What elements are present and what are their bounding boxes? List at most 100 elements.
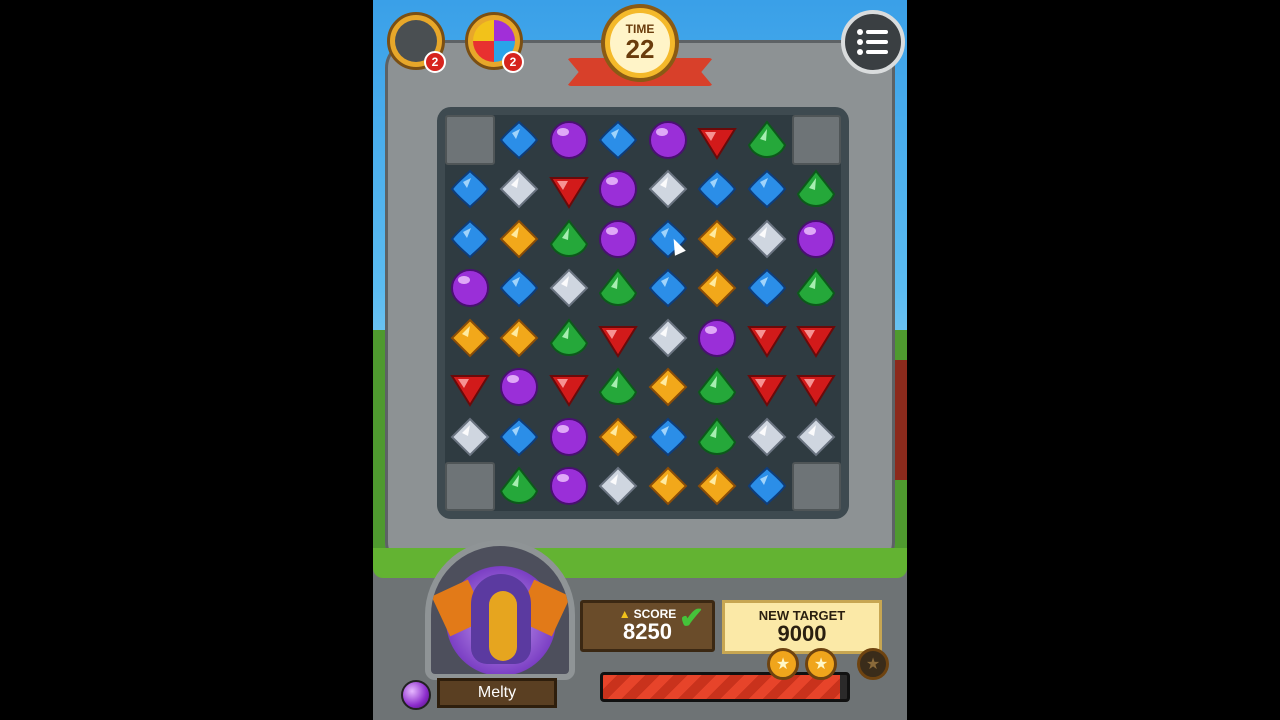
- white-gem[interactable]: [495, 165, 545, 215]
- white-gem[interactable]: [594, 462, 644, 512]
- score-box: ▲ SCORE 8250 ✔: [580, 600, 715, 652]
- red-gem[interactable]: [594, 313, 644, 363]
- blue-gem[interactable]: [495, 412, 545, 462]
- green-gem-icon: [597, 267, 639, 309]
- blue-gem[interactable]: [742, 264, 792, 314]
- red-gem[interactable]: [445, 363, 495, 413]
- purple-gem[interactable]: [643, 115, 693, 165]
- white-gem[interactable]: [792, 412, 842, 462]
- blue-gem[interactable]: [643, 214, 693, 264]
- blue-gem[interactable]: [693, 165, 743, 215]
- red-gem-icon: [795, 366, 837, 408]
- white-gem-icon: [795, 416, 837, 458]
- red-gem-icon: [548, 366, 590, 408]
- gem-board[interactable]: [445, 115, 841, 511]
- dragon-portrait[interactable]: [425, 540, 575, 680]
- blue-gem[interactable]: [445, 165, 495, 215]
- white-gem[interactable]: [445, 412, 495, 462]
- yellow-gem[interactable]: [643, 363, 693, 413]
- white-gem[interactable]: [643, 165, 693, 215]
- stone-block: [791, 115, 841, 165]
- purple-gem[interactable]: [544, 412, 594, 462]
- blue-gem[interactable]: [643, 264, 693, 314]
- purple-gem[interactable]: [544, 462, 594, 512]
- star-milestone-2: ★: [805, 648, 837, 680]
- green-gem[interactable]: [693, 363, 743, 413]
- yellow-gem-icon: [647, 465, 689, 507]
- red-gem[interactable]: [792, 313, 842, 363]
- white-gem[interactable]: [742, 214, 792, 264]
- green-gem[interactable]: [594, 363, 644, 413]
- blue-gem[interactable]: [742, 462, 792, 512]
- target-value: 9000: [777, 621, 827, 646]
- red-gem-icon: [548, 168, 590, 210]
- red-gem[interactable]: [544, 363, 594, 413]
- green-gem[interactable]: [594, 264, 644, 314]
- blue-gem-icon: [597, 119, 639, 161]
- green-gem[interactable]: [742, 115, 792, 165]
- red-gem[interactable]: [693, 115, 743, 165]
- yellow-gem[interactable]: [643, 462, 693, 512]
- blue-gem-icon: [498, 416, 540, 458]
- red-gem[interactable]: [742, 313, 792, 363]
- white-gem[interactable]: [643, 313, 693, 363]
- purple-gem-icon: [498, 366, 540, 408]
- white-gem[interactable]: [544, 264, 594, 314]
- yellow-gem[interactable]: [693, 462, 743, 512]
- white-gem[interactable]: [742, 412, 792, 462]
- yellow-gem-icon: [647, 366, 689, 408]
- purple-gem[interactable]: [594, 214, 644, 264]
- green-gem[interactable]: [544, 214, 594, 264]
- blue-gem-icon: [746, 267, 788, 309]
- yellow-gem[interactable]: [693, 264, 743, 314]
- red-gem[interactable]: [742, 363, 792, 413]
- stone-block: [791, 461, 841, 511]
- red-gem-icon: [746, 317, 788, 359]
- yellow-gem[interactable]: [693, 214, 743, 264]
- purple-gem[interactable]: [594, 165, 644, 215]
- purple-gem[interactable]: [445, 264, 495, 314]
- purple-gem[interactable]: [792, 214, 842, 264]
- red-gem[interactable]: [544, 165, 594, 215]
- blue-gem[interactable]: [643, 412, 693, 462]
- green-gem-icon: [498, 465, 540, 507]
- purple-gem[interactable]: [544, 115, 594, 165]
- green-gem-icon: [597, 366, 639, 408]
- white-gem-icon: [597, 465, 639, 507]
- blue-gem[interactable]: [742, 165, 792, 215]
- star-bomb-booster-button[interactable]: 2: [465, 12, 524, 73]
- yellow-gem[interactable]: [594, 412, 644, 462]
- blue-gem-icon: [746, 465, 788, 507]
- purple-gem[interactable]: [693, 313, 743, 363]
- yellow-gem[interactable]: [495, 214, 545, 264]
- white-gem-icon: [746, 218, 788, 260]
- blue-gem[interactable]: [495, 115, 545, 165]
- green-gem[interactable]: [693, 412, 743, 462]
- green-gem-icon: [696, 416, 738, 458]
- blue-gem-icon: [449, 218, 491, 260]
- yellow-gem[interactable]: [495, 313, 545, 363]
- yellow-gem-icon: [696, 267, 738, 309]
- green-gem-icon: [548, 317, 590, 359]
- blue-gem[interactable]: [495, 264, 545, 314]
- blue-gem[interactable]: [594, 115, 644, 165]
- green-gem[interactable]: [792, 165, 842, 215]
- blue-gem[interactable]: [445, 214, 495, 264]
- stone-block: [445, 461, 495, 511]
- yellow-gem[interactable]: [445, 313, 495, 363]
- barn: [893, 360, 907, 480]
- green-gem-icon: [696, 366, 738, 408]
- yellow-gem-icon: [449, 317, 491, 359]
- hammer-count-badge: 2: [424, 51, 446, 73]
- green-gem[interactable]: [544, 313, 594, 363]
- green-gem-icon: [548, 218, 590, 260]
- green-gem[interactable]: [495, 462, 545, 512]
- menu-button[interactable]: [841, 10, 905, 74]
- blue-gem-icon: [647, 267, 689, 309]
- red-gem[interactable]: [792, 363, 842, 413]
- red-gem-icon: [449, 366, 491, 408]
- hammer-booster-button[interactable]: 2: [387, 12, 446, 73]
- green-gem[interactable]: [792, 264, 842, 314]
- red-gem-icon: [696, 119, 738, 161]
- purple-gem[interactable]: [495, 363, 545, 413]
